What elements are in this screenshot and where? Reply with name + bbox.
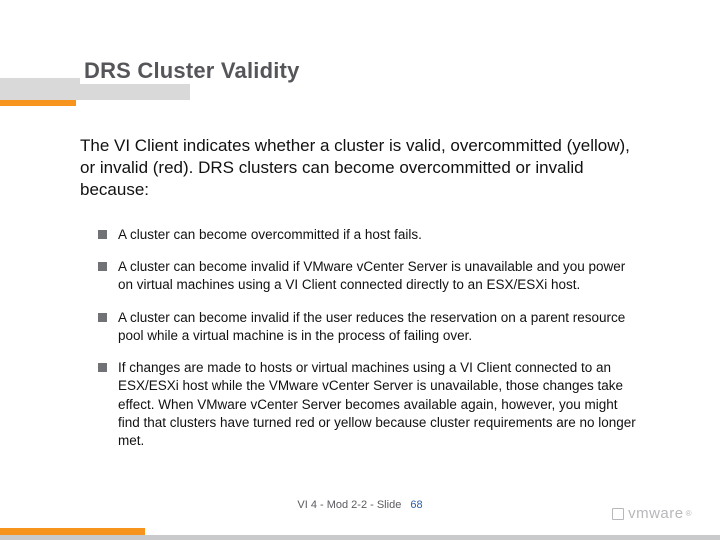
bullet-square-icon (98, 262, 107, 271)
slide-number: 68 (410, 499, 422, 511)
bullet-text: A cluster can become invalid if VMware v… (118, 258, 643, 294)
logo-box-icon (612, 508, 624, 520)
list-item: A cluster can become overcommitted if a … (98, 226, 643, 244)
list-item: If changes are made to hosts or virtual … (98, 359, 643, 450)
slide-title: DRS Cluster Validity (80, 58, 310, 84)
bullet-square-icon (98, 230, 107, 239)
footer-text: VI 4 - Mod 2-2 - Slide (297, 499, 401, 511)
logo-text: vmware (628, 505, 684, 522)
bullet-list: A cluster can become overcommitted if a … (98, 226, 643, 464)
bullet-text: A cluster can become invalid if the user… (118, 309, 643, 345)
intro-paragraph: The VI Client indicates whether a cluste… (80, 135, 640, 201)
top-decoration (0, 0, 720, 110)
bullet-text: A cluster can become overcommitted if a … (118, 226, 422, 244)
slide: DRS Cluster Validity The VI Client indic… (0, 0, 720, 540)
footer-bar-gray (0, 535, 720, 540)
vmware-logo: vmware ® (612, 505, 692, 522)
footer-bar-orange (0, 528, 145, 535)
logo-trademark: ® (686, 509, 692, 518)
bullet-text: If changes are made to hosts or virtual … (118, 359, 643, 450)
title-bar-orange (0, 100, 76, 106)
list-item: A cluster can become invalid if VMware v… (98, 258, 643, 294)
bullet-square-icon (98, 313, 107, 322)
list-item: A cluster can become invalid if the user… (98, 309, 643, 345)
bullet-square-icon (98, 363, 107, 372)
